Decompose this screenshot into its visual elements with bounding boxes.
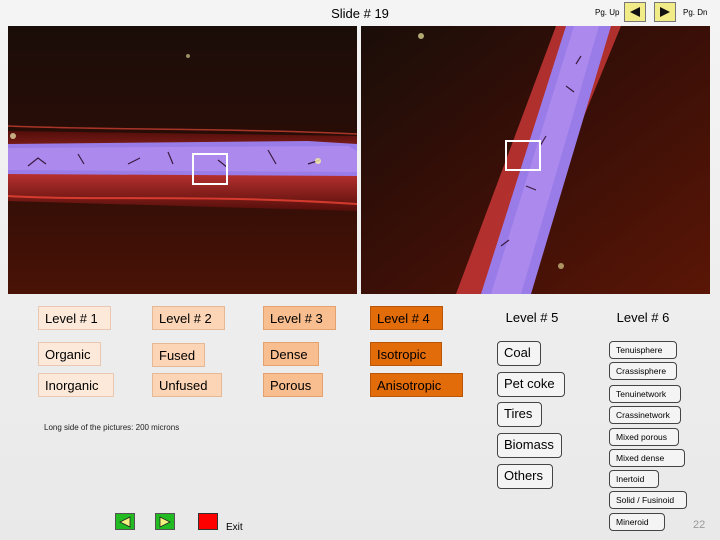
level2-option-unfused[interactable]: Unfused bbox=[152, 373, 222, 397]
pgup-label: Pg. Up bbox=[595, 8, 620, 17]
scale-note: Long side of the pictures: 200 microns bbox=[44, 423, 180, 432]
next-button[interactable] bbox=[155, 513, 175, 530]
level6-option-mixed-dense[interactable]: Mixed dense bbox=[609, 449, 685, 467]
arrow-left-icon bbox=[630, 7, 640, 17]
micrograph-right bbox=[361, 26, 710, 294]
pgdn-button[interactable] bbox=[654, 2, 676, 22]
exit-label: Exit bbox=[226, 522, 243, 533]
level6-option-mineroid[interactable]: Mineroid bbox=[609, 513, 665, 531]
slide-title: Slide # 19 bbox=[331, 6, 389, 21]
pgup-button[interactable] bbox=[624, 2, 646, 22]
highlight-box-left bbox=[192, 153, 228, 185]
highlight-box-right bbox=[505, 140, 541, 171]
arrow-right-icon bbox=[159, 515, 171, 528]
page-number: 22 bbox=[693, 519, 706, 531]
level1-header: Level # 1 bbox=[38, 306, 111, 330]
level6-option-inertoid[interactable]: Inertoid bbox=[609, 470, 659, 488]
level6-option-solid-fusinoid[interactable]: Solid / Fusinoid bbox=[609, 491, 687, 509]
level6-header: Level # 6 bbox=[616, 310, 670, 325]
level5-option-tires[interactable]: Tires bbox=[497, 402, 542, 427]
micrograph-left bbox=[8, 26, 357, 294]
level6-option-crassinetwork[interactable]: Crassinetwork bbox=[609, 406, 681, 424]
micrograph-left-image bbox=[8, 26, 357, 294]
level6-option-crassisphere[interactable]: Crassisphere bbox=[609, 362, 677, 380]
level3-option-dense[interactable]: Dense bbox=[263, 342, 319, 366]
exit-button[interactable] bbox=[198, 513, 218, 530]
level5-option-biomass[interactable]: Biomass bbox=[497, 433, 562, 458]
pgdn-label: Pg. Dn bbox=[683, 8, 708, 17]
level1-option-inorganic[interactable]: Inorganic bbox=[38, 373, 114, 397]
level4-option-anisotropic[interactable]: Anisotropic bbox=[370, 373, 463, 397]
level2-option-fused[interactable]: Fused bbox=[152, 343, 205, 367]
arrow-right-icon bbox=[660, 7, 670, 17]
level6-option-tenuisphere[interactable]: Tenuisphere bbox=[609, 341, 677, 359]
arrow-left-icon bbox=[119, 515, 131, 528]
level4-option-isotropic[interactable]: Isotropic bbox=[370, 342, 442, 366]
level5-option-pet-coke[interactable]: Pet coke bbox=[497, 372, 565, 397]
level3-option-porous[interactable]: Porous bbox=[263, 373, 323, 397]
level5-option-others[interactable]: Others bbox=[497, 464, 553, 489]
level5-header: Level # 5 bbox=[505, 310, 559, 325]
level4-header: Level # 4 bbox=[370, 306, 443, 330]
level3-header: Level # 3 bbox=[263, 306, 336, 330]
level2-header: Level # 2 bbox=[152, 306, 225, 330]
level6-option-tenuinetwork[interactable]: Tenuinetwork bbox=[609, 385, 681, 403]
level6-option-mixed-porous[interactable]: Mixed porous bbox=[609, 428, 679, 446]
prev-button[interactable] bbox=[115, 513, 135, 530]
level5-option-coal[interactable]: Coal bbox=[497, 341, 541, 366]
level1-option-organic[interactable]: Organic bbox=[38, 342, 101, 366]
